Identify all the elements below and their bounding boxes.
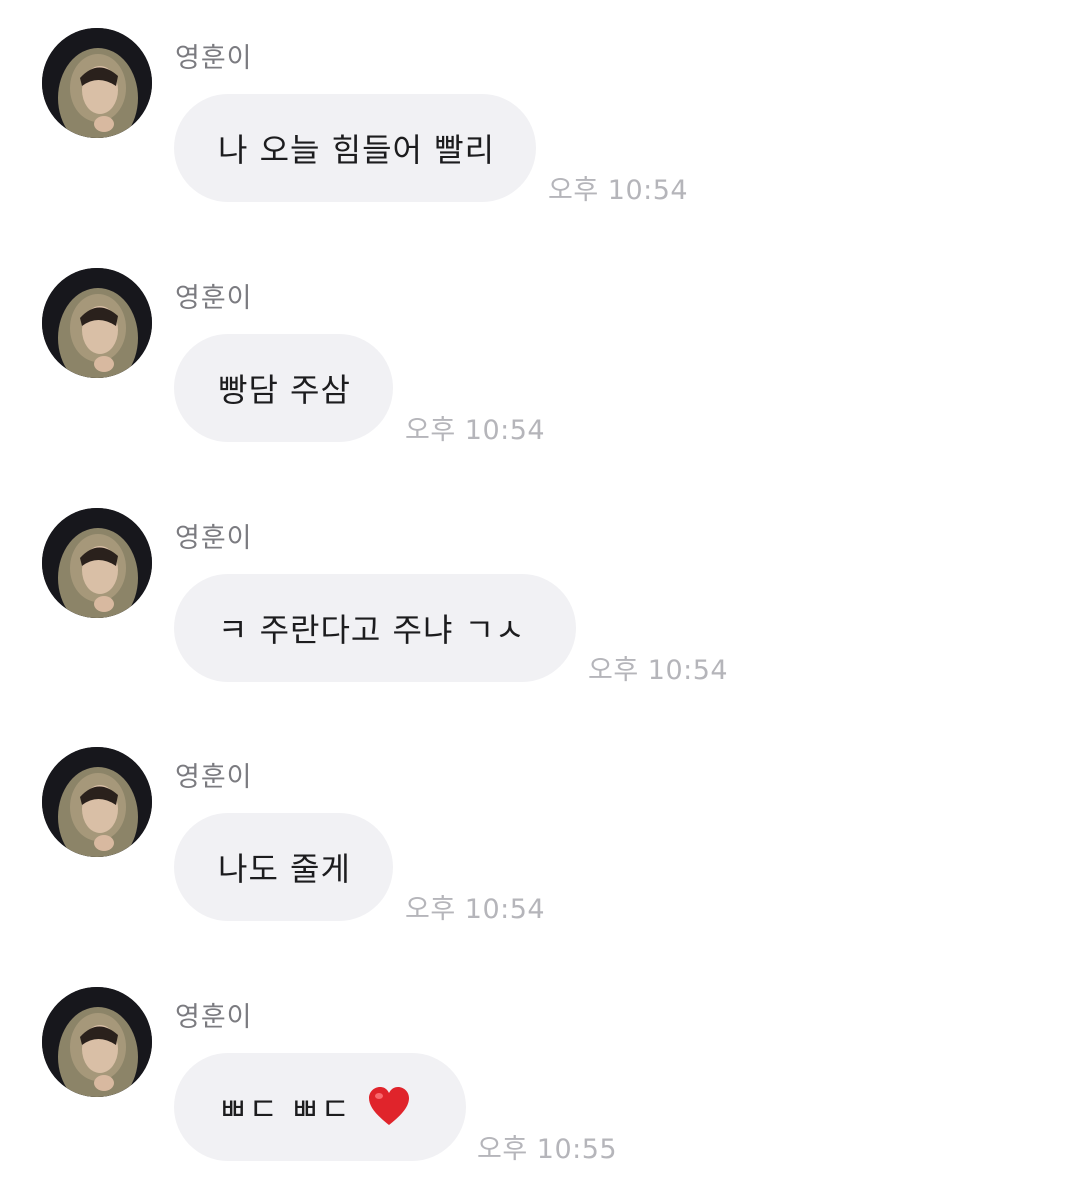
message-time: 오후 10:55: [477, 1134, 618, 1165]
message-bubble[interactable]: ㅃㄷ ㅃㄷ: [174, 1053, 466, 1161]
message-row: 영훈이 ㅋ 주란다고 주냐 ㄱㅅ 오후 10:54: [0, 480, 1069, 686]
message-row: 영훈이 나 오늘 힘들어 빨리 오후 10:54: [0, 0, 1069, 206]
red-heart-emoji: [367, 1085, 411, 1129]
message-time: 오후 10:54: [548, 175, 689, 206]
message-text: 나도 줄게: [218, 850, 351, 888]
profile-photo: [42, 508, 152, 618]
message-row: 영훈이 나도 줄게 오후 10:54: [0, 719, 1069, 925]
sender-name: 영훈이: [175, 43, 253, 74]
message-text: ㅋ 주란다고 주냐 ㄱㅅ: [218, 611, 526, 649]
message-time: 오후 10:54: [405, 415, 546, 446]
sender-avatar[interactable]: [42, 28, 152, 138]
profile-photo: [42, 268, 152, 378]
message-text: 나 오늘 힘들어 빨리: [218, 131, 496, 169]
profile-photo: [42, 28, 152, 138]
message-row: 영훈이 ㅃㄷ ㅃㄷ 오후 10:55: [0, 959, 1069, 1165]
message-time: 오후 10:54: [405, 894, 546, 925]
message-bubble[interactable]: 빵담 주삼: [174, 334, 393, 442]
message-text: 빵담 주삼: [218, 371, 351, 409]
message-bubble[interactable]: 나 오늘 힘들어 빨리: [174, 94, 536, 202]
sender-avatar[interactable]: [42, 508, 152, 618]
message-bubble[interactable]: 나도 줄게: [174, 813, 393, 921]
profile-photo: [42, 987, 152, 1097]
message-text: ㅃㄷ ㅃㄷ: [218, 1090, 351, 1128]
sender-name: 영훈이: [175, 1002, 253, 1033]
sender-name: 영훈이: [175, 762, 253, 793]
profile-photo: [42, 747, 152, 857]
message-row: 영훈이 빵담 주삼 오후 10:54: [0, 240, 1069, 446]
sender-avatar[interactable]: [42, 987, 152, 1097]
sender-avatar[interactable]: [42, 268, 152, 378]
sender-avatar[interactable]: [42, 747, 152, 857]
sender-name: 영훈이: [175, 523, 253, 554]
message-bubble[interactable]: ㅋ 주란다고 주냐 ㄱㅅ: [174, 574, 576, 682]
sender-name: 영훈이: [175, 283, 253, 314]
message-time: 오후 10:54: [588, 655, 729, 686]
